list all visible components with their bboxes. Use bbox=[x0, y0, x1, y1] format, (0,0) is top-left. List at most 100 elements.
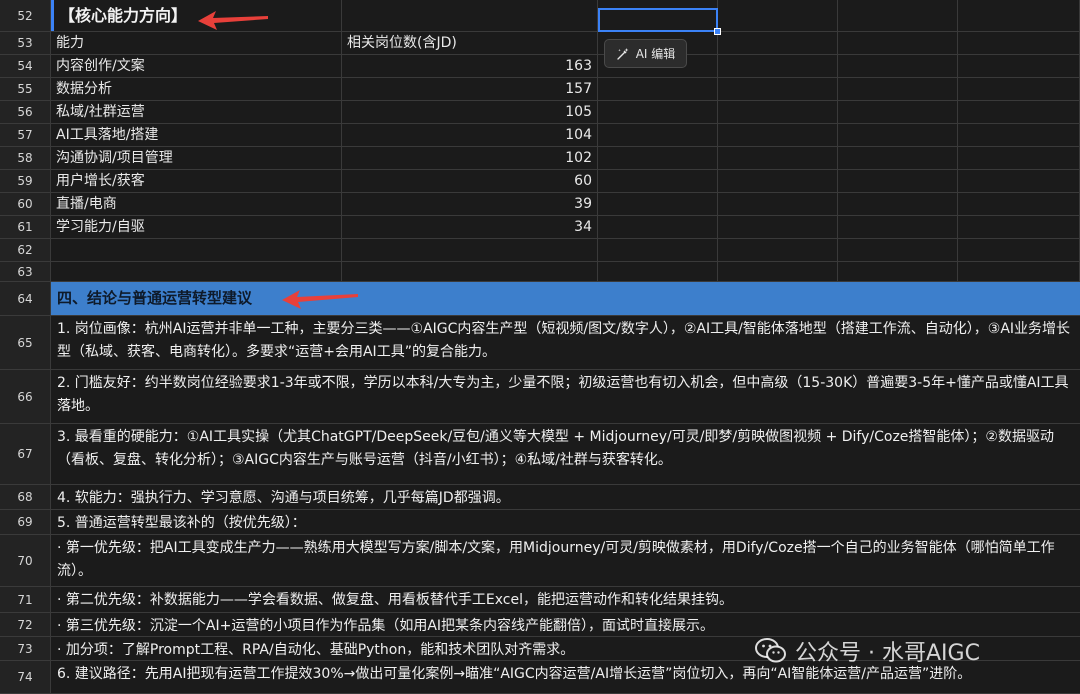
section-heading-conclusions[interactable]: 四、结论与普通运营转型建议 bbox=[51, 282, 1080, 315]
table-row[interactable]: 56 私域/社群运营 105 bbox=[0, 101, 1080, 124]
row-header[interactable]: 55 bbox=[0, 78, 51, 100]
cell[interactable] bbox=[958, 0, 1080, 31]
cell[interactable] bbox=[718, 55, 838, 77]
row-70[interactable]: 70 · 第一优先级：把AI工具变成生产力——熟练用大模型写方案/脚本/文案，用… bbox=[0, 535, 1080, 587]
cell[interactable] bbox=[958, 101, 1080, 123]
row-69[interactable]: 69 5. 普通运营转型最该补的（按优先级）： bbox=[0, 510, 1080, 535]
cell[interactable] bbox=[838, 32, 958, 54]
cell[interactable] bbox=[838, 239, 958, 261]
cell[interactable] bbox=[958, 55, 1080, 77]
row-header[interactable]: 56 bbox=[0, 101, 51, 123]
cell[interactable] bbox=[598, 193, 718, 215]
ability-count[interactable]: 34 bbox=[342, 216, 598, 238]
cell[interactable] bbox=[958, 32, 1080, 54]
cell[interactable] bbox=[51, 239, 342, 261]
cell[interactable] bbox=[838, 147, 958, 169]
row-header-64[interactable]: 64 bbox=[0, 282, 51, 315]
cell[interactable] bbox=[718, 0, 838, 31]
cell[interactable] bbox=[718, 239, 838, 261]
cell[interactable] bbox=[958, 124, 1080, 146]
cell[interactable] bbox=[958, 147, 1080, 169]
cell[interactable] bbox=[838, 124, 958, 146]
cell[interactable] bbox=[342, 262, 598, 281]
ability-count[interactable]: 105 bbox=[342, 101, 598, 123]
row-header[interactable]: 58 bbox=[0, 147, 51, 169]
row-63[interactable]: 63 bbox=[0, 262, 1080, 282]
cell[interactable] bbox=[718, 101, 838, 123]
row-71[interactable]: 71 · 第二优先级：补数据能力——学会看数据、做复盘、用看板替代手工Excel… bbox=[0, 587, 1080, 613]
row-header-53[interactable]: 53 bbox=[0, 32, 51, 54]
ability-name[interactable]: 内容创作/文案 bbox=[51, 55, 342, 77]
text-cell[interactable]: 2. 门槛友好：约半数岗位经验要求1-3年或不限，学历以本科/大专为主，少量不限… bbox=[51, 370, 1080, 423]
text-cell[interactable]: 3. 最看重的硬能力：①AI工具实操（尤其ChatGPT/DeepSeek/豆包… bbox=[51, 424, 1080, 484]
table-row[interactable]: 58 沟通协调/项目管理 102 bbox=[0, 147, 1080, 170]
row-68[interactable]: 68 4. 软能力：强执行力、学习意愿、沟通与项目统筹，几乎每篇JD都强调。 bbox=[0, 485, 1080, 510]
ability-name[interactable]: 直播/电商 bbox=[51, 193, 342, 215]
row-header-63[interactable]: 63 bbox=[0, 262, 51, 281]
ability-name[interactable]: 私域/社群运营 bbox=[51, 101, 342, 123]
cell[interactable] bbox=[342, 0, 598, 31]
cell[interactable] bbox=[718, 32, 838, 54]
ability-name[interactable]: 沟通协调/项目管理 bbox=[51, 147, 342, 169]
ability-name[interactable]: 用户增长/获客 bbox=[51, 170, 342, 192]
cell[interactable] bbox=[838, 55, 958, 77]
cell[interactable] bbox=[718, 124, 838, 146]
table-row[interactable]: 59 用户增长/获客 60 bbox=[0, 170, 1080, 193]
cell[interactable] bbox=[718, 193, 838, 215]
cell[interactable] bbox=[838, 78, 958, 100]
row-header-68[interactable]: 68 bbox=[0, 485, 51, 509]
cell[interactable] bbox=[598, 216, 718, 238]
row-header[interactable]: 61 bbox=[0, 216, 51, 238]
cell[interactable] bbox=[718, 170, 838, 192]
row-header-71[interactable]: 71 bbox=[0, 587, 51, 612]
cell[interactable] bbox=[958, 239, 1080, 261]
cell[interactable] bbox=[718, 147, 838, 169]
cell[interactable] bbox=[342, 239, 598, 261]
ability-count[interactable]: 163 bbox=[342, 55, 598, 77]
row-65[interactable]: 65 1. 岗位画像：杭州AI运营并非单一工种，主要分三类——①AIGC内容生产… bbox=[0, 316, 1080, 370]
table-row[interactable]: 55 数据分析 157 bbox=[0, 78, 1080, 101]
row-header-70[interactable]: 70 bbox=[0, 535, 51, 586]
cell[interactable] bbox=[838, 193, 958, 215]
table-row[interactable]: 61 学习能力/自驱 34 bbox=[0, 216, 1080, 239]
row-52[interactable]: 52 【核心能力方向】 bbox=[0, 0, 1080, 32]
cell[interactable] bbox=[958, 78, 1080, 100]
cell[interactable] bbox=[718, 216, 838, 238]
cell[interactable] bbox=[598, 262, 718, 281]
row-62[interactable]: 62 bbox=[0, 239, 1080, 262]
cell[interactable] bbox=[958, 193, 1080, 215]
row-66[interactable]: 66 2. 门槛友好：约半数岗位经验要求1-3年或不限，学历以本科/大专为主，少… bbox=[0, 370, 1080, 424]
row-64[interactable]: 64 四、结论与普通运营转型建议 bbox=[0, 282, 1080, 316]
ability-count[interactable]: 39 bbox=[342, 193, 598, 215]
text-cell[interactable]: 4. 软能力：强执行力、学习意愿、沟通与项目统筹，几乎每篇JD都强调。 bbox=[51, 485, 1080, 509]
table-row[interactable]: 60 直播/电商 39 bbox=[0, 193, 1080, 216]
cell[interactable] bbox=[838, 262, 958, 281]
text-cell[interactable]: 5. 普通运营转型最该补的（按优先级）： bbox=[51, 510, 1080, 534]
cell[interactable] bbox=[838, 0, 958, 31]
row-header-65[interactable]: 65 bbox=[0, 316, 51, 369]
cell[interactable] bbox=[598, 124, 718, 146]
cell[interactable] bbox=[838, 216, 958, 238]
ability-name[interactable]: 数据分析 bbox=[51, 78, 342, 100]
row-header-74[interactable]: 74 bbox=[0, 661, 51, 693]
text-cell[interactable]: 1. 岗位画像：杭州AI运营并非单一工种，主要分三类——①AIGC内容生产型（短… bbox=[51, 316, 1080, 369]
cell[interactable] bbox=[51, 262, 342, 281]
cell[interactable] bbox=[838, 101, 958, 123]
row-header[interactable]: 57 bbox=[0, 124, 51, 146]
row-header-73[interactable]: 73 bbox=[0, 637, 51, 660]
row-header-67[interactable]: 67 bbox=[0, 424, 51, 484]
table-row[interactable]: 57 AI工具落地/搭建 104 bbox=[0, 124, 1080, 147]
ability-name[interactable]: 学习能力/自驱 bbox=[51, 216, 342, 238]
ability-count[interactable]: 157 bbox=[342, 78, 598, 100]
cell[interactable] bbox=[958, 170, 1080, 192]
ability-count[interactable]: 60 bbox=[342, 170, 598, 192]
selected-cell[interactable] bbox=[598, 8, 718, 32]
ability-count[interactable]: 104 bbox=[342, 124, 598, 146]
cell[interactable] bbox=[958, 262, 1080, 281]
ai-edit-button[interactable]: AI 编辑 bbox=[604, 39, 687, 68]
row-53[interactable]: 53 能力 相关岗位数(含JD) bbox=[0, 32, 1080, 55]
cell[interactable] bbox=[598, 239, 718, 261]
fill-handle[interactable] bbox=[714, 28, 721, 35]
row-header[interactable]: 54 bbox=[0, 55, 51, 77]
row-header[interactable]: 59 bbox=[0, 170, 51, 192]
